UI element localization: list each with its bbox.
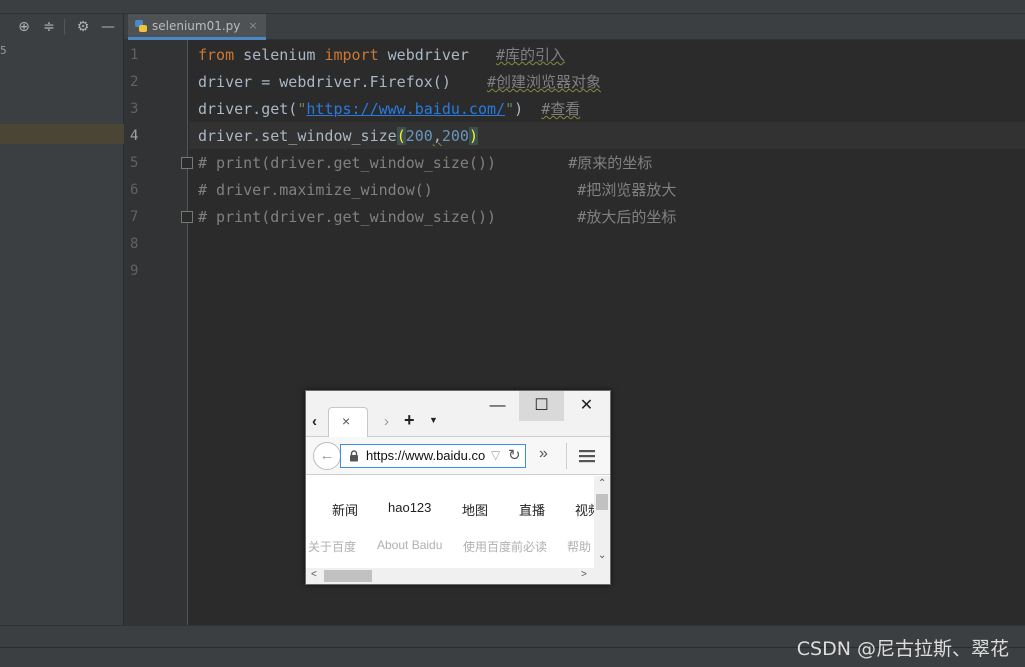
comma: , bbox=[432, 127, 442, 145]
code-line-3: driver.get("https://www.baidu.com/") #查看 bbox=[198, 96, 580, 123]
hide-panel-icon[interactable]: — bbox=[99, 18, 117, 36]
watermark: CSDN @尼古拉斯、翠花 bbox=[796, 638, 1009, 660]
reload-icon[interactable]: ↻ bbox=[508, 446, 521, 464]
tab-selenium01[interactable]: selenium01.py × bbox=[128, 14, 266, 40]
scroll-left-icon[interactable]: < bbox=[311, 569, 317, 580]
code-line-2: driver = webdriver.Firefox() #创建浏览器对象 bbox=[198, 69, 601, 96]
comment: #库的引入 bbox=[496, 46, 566, 64]
tab-close-icon[interactable]: × bbox=[248, 19, 257, 32]
line-number: 6 bbox=[130, 182, 139, 198]
matched-paren: ( bbox=[396, 127, 406, 145]
top-strip bbox=[0, 0, 1025, 14]
gear-icon[interactable]: ⚙ bbox=[74, 18, 92, 36]
code-line-6: # driver.maximize_window() #把浏览器放大 bbox=[198, 181, 677, 199]
firefox-window[interactable]: — ☐ ✕ ‹ × › + ▼ ← https://www.baidu.com/… bbox=[305, 390, 611, 585]
hamburger-menu-icon[interactable] bbox=[578, 448, 596, 464]
nav-link[interactable]: 新闻 bbox=[332, 500, 358, 519]
tab-close-icon[interactable]: × bbox=[342, 413, 350, 429]
keyword: import bbox=[324, 46, 379, 64]
scroll-tabs-right-icon[interactable]: › bbox=[384, 413, 389, 430]
line-gutter: 1 2 3 4 5 6 7 8 9 bbox=[124, 40, 188, 625]
comment: #查看 bbox=[541, 100, 581, 118]
footer-link[interactable]: 关于百度 bbox=[308, 538, 356, 555]
python-file-icon bbox=[135, 19, 147, 32]
scroll-tabs-left-icon[interactable]: ‹ bbox=[312, 413, 317, 430]
line-number: 9 bbox=[130, 263, 139, 279]
back-button[interactable]: ← bbox=[313, 442, 341, 470]
code-text: driver.get( bbox=[198, 100, 298, 118]
matched-paren: ) bbox=[468, 127, 478, 145]
line-number: 5 bbox=[130, 155, 139, 171]
comment: #创建浏览器对象 bbox=[486, 73, 602, 91]
url-string[interactable]: https://www.baidu.com/ bbox=[306, 100, 505, 118]
code-text: selenium bbox=[234, 46, 325, 64]
panel-toolbar: ⊕ ≑ ⚙ — bbox=[0, 14, 124, 40]
locate-icon[interactable]: ⊕ bbox=[15, 18, 33, 36]
code-text: driver = webdriver.Firefox() bbox=[198, 73, 487, 91]
scroll-right-icon[interactable]: > bbox=[581, 569, 587, 580]
horizontal-scrollbar[interactable]: < > bbox=[306, 568, 610, 584]
lock-icon bbox=[350, 450, 358, 462]
selected-tree-row[interactable] bbox=[0, 124, 124, 144]
line-number: 2 bbox=[130, 74, 139, 90]
scroll-up-icon[interactable]: ⌃ bbox=[598, 478, 606, 489]
overflow-icon[interactable]: » bbox=[539, 445, 548, 463]
number-literal: 200 bbox=[441, 127, 469, 145]
code-line-4: driver.set_window_size(200,200) bbox=[198, 123, 478, 150]
vertical-scroll-thumb[interactable] bbox=[596, 494, 608, 510]
footer-link[interactable]: About Baidu bbox=[377, 538, 442, 552]
footer-link[interactable]: 帮助 bbox=[567, 538, 594, 555]
keyword: from bbox=[198, 46, 235, 64]
url-bar[interactable]: https://www.baidu.com/ ▽ ↻ bbox=[340, 444, 526, 468]
line-number: 7 bbox=[130, 209, 139, 225]
nav-link[interactable]: 直播 bbox=[519, 500, 545, 519]
string-quote: " bbox=[505, 100, 515, 118]
maximize-button[interactable]: ☐ bbox=[519, 391, 564, 421]
tab-label: selenium01.py bbox=[152, 18, 241, 33]
collapse-all-icon[interactable]: ≑ bbox=[40, 18, 58, 36]
fold-end-icon[interactable] bbox=[181, 211, 193, 223]
footer-link[interactable]: 使用百度前必读 bbox=[463, 538, 547, 555]
line-number: 8 bbox=[130, 236, 139, 252]
code-line-1: from selenium import webdriver #库的引入 bbox=[198, 42, 565, 69]
code-line-5: # print(driver.get_window_size()) #原来的坐标 bbox=[198, 154, 653, 172]
browser-navbar: ← https://www.baidu.com/ ▽ ↻ » bbox=[306, 437, 610, 475]
nav-link[interactable]: 视频 bbox=[575, 500, 594, 519]
project-panel: ⊕ ≑ ⚙ — 5 bbox=[0, 14, 124, 625]
code-text: webdriver bbox=[378, 46, 497, 64]
nav-link[interactable]: 地图 bbox=[462, 500, 488, 519]
nav-link[interactable]: hao123 bbox=[388, 500, 431, 515]
minimize-button[interactable]: — bbox=[475, 391, 520, 421]
url-dropdown-icon[interactable]: ▽ bbox=[491, 448, 500, 462]
page-content[interactable]: 新闻 hao123 地图 直播 视频 关于百度 About Baidu 使用百度… bbox=[306, 476, 610, 584]
code-text: driver.set_window_size bbox=[198, 127, 397, 145]
number-literal: 200 bbox=[405, 127, 433, 145]
line-number: 4 bbox=[130, 128, 139, 144]
horizontal-scroll-thumb[interactable] bbox=[324, 570, 372, 582]
fold-start-icon[interactable] bbox=[181, 157, 193, 169]
line-number: 3 bbox=[130, 101, 139, 117]
navbar-separator bbox=[566, 443, 567, 469]
project-tree-fragment: 5 bbox=[0, 44, 7, 57]
close-window-button[interactable]: ✕ bbox=[564, 391, 609, 421]
code-line-7: # print(driver.get_window_size()) #放大后的坐… bbox=[198, 208, 677, 226]
scroll-down-icon[interactable]: ⌄ bbox=[598, 550, 606, 561]
line-number: 1 bbox=[130, 47, 139, 63]
code-text: ) bbox=[514, 100, 542, 118]
vertical-scrollbar[interactable]: ⌃ ⌄ bbox=[594, 476, 610, 568]
browser-titlebar[interactable]: — ☐ ✕ ‹ × › + ▼ bbox=[306, 391, 610, 437]
toolbar-separator bbox=[64, 19, 65, 35]
new-tab-icon[interactable]: + bbox=[404, 410, 415, 431]
editor-tab-bar: selenium01.py × bbox=[124, 14, 1025, 40]
list-tabs-icon[interactable]: ▼ bbox=[429, 415, 438, 425]
url-text[interactable]: https://www.baidu.com/ bbox=[366, 448, 486, 463]
